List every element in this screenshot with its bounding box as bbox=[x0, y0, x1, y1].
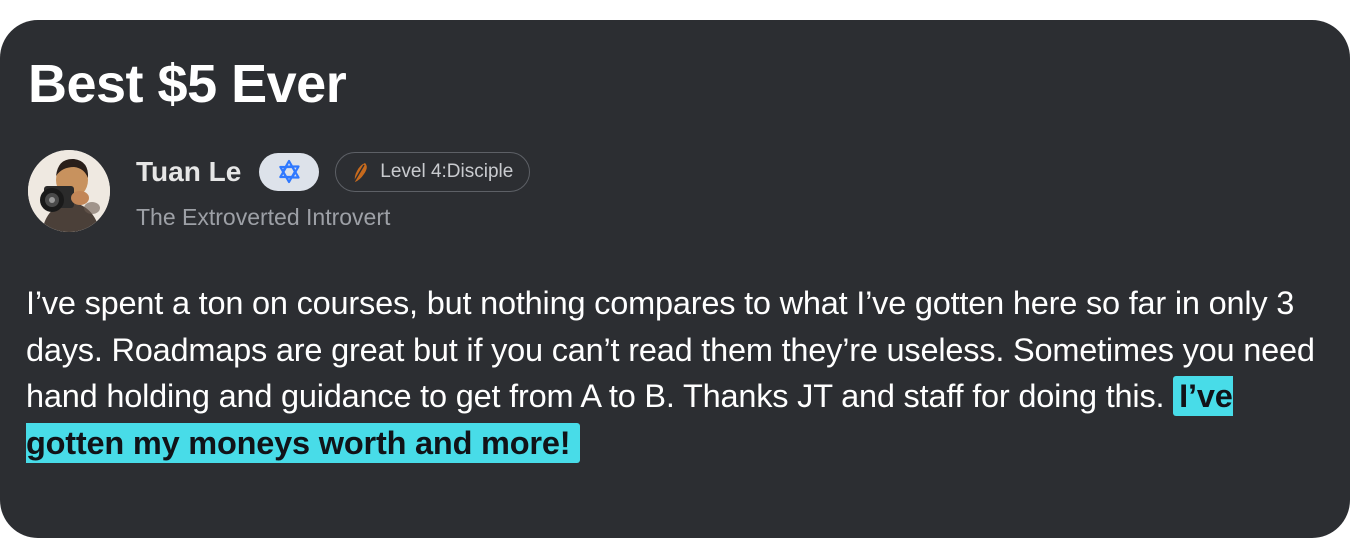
review-card: Best $5 Ever Tuan Le Level 4:Disciple Th… bbox=[0, 20, 1350, 538]
author-name[interactable]: Tuan Le bbox=[136, 156, 241, 188]
ai-badge[interactable] bbox=[259, 153, 320, 191]
atom-icon bbox=[279, 159, 300, 184]
review-body: I’ve spent a ton on courses, but nothing… bbox=[26, 280, 1326, 466]
author-section: Tuan Le Level 4:Disciple The Extroverted… bbox=[28, 150, 728, 234]
level-label: Level 4:Disciple bbox=[380, 161, 514, 182]
review-body-text: I’ve spent a ton on courses, but nothing… bbox=[26, 285, 1315, 414]
review-title: Best $5 Ever bbox=[28, 54, 347, 114]
author-subtitle: The Extroverted Introvert bbox=[136, 204, 391, 230]
feather-icon bbox=[350, 161, 370, 183]
author-name-row: Tuan Le Level 4:Disciple bbox=[136, 152, 531, 192]
avatar[interactable] bbox=[28, 150, 110, 232]
level-badge[interactable]: Level 4:Disciple bbox=[335, 152, 531, 192]
avatar-image bbox=[28, 150, 110, 232]
